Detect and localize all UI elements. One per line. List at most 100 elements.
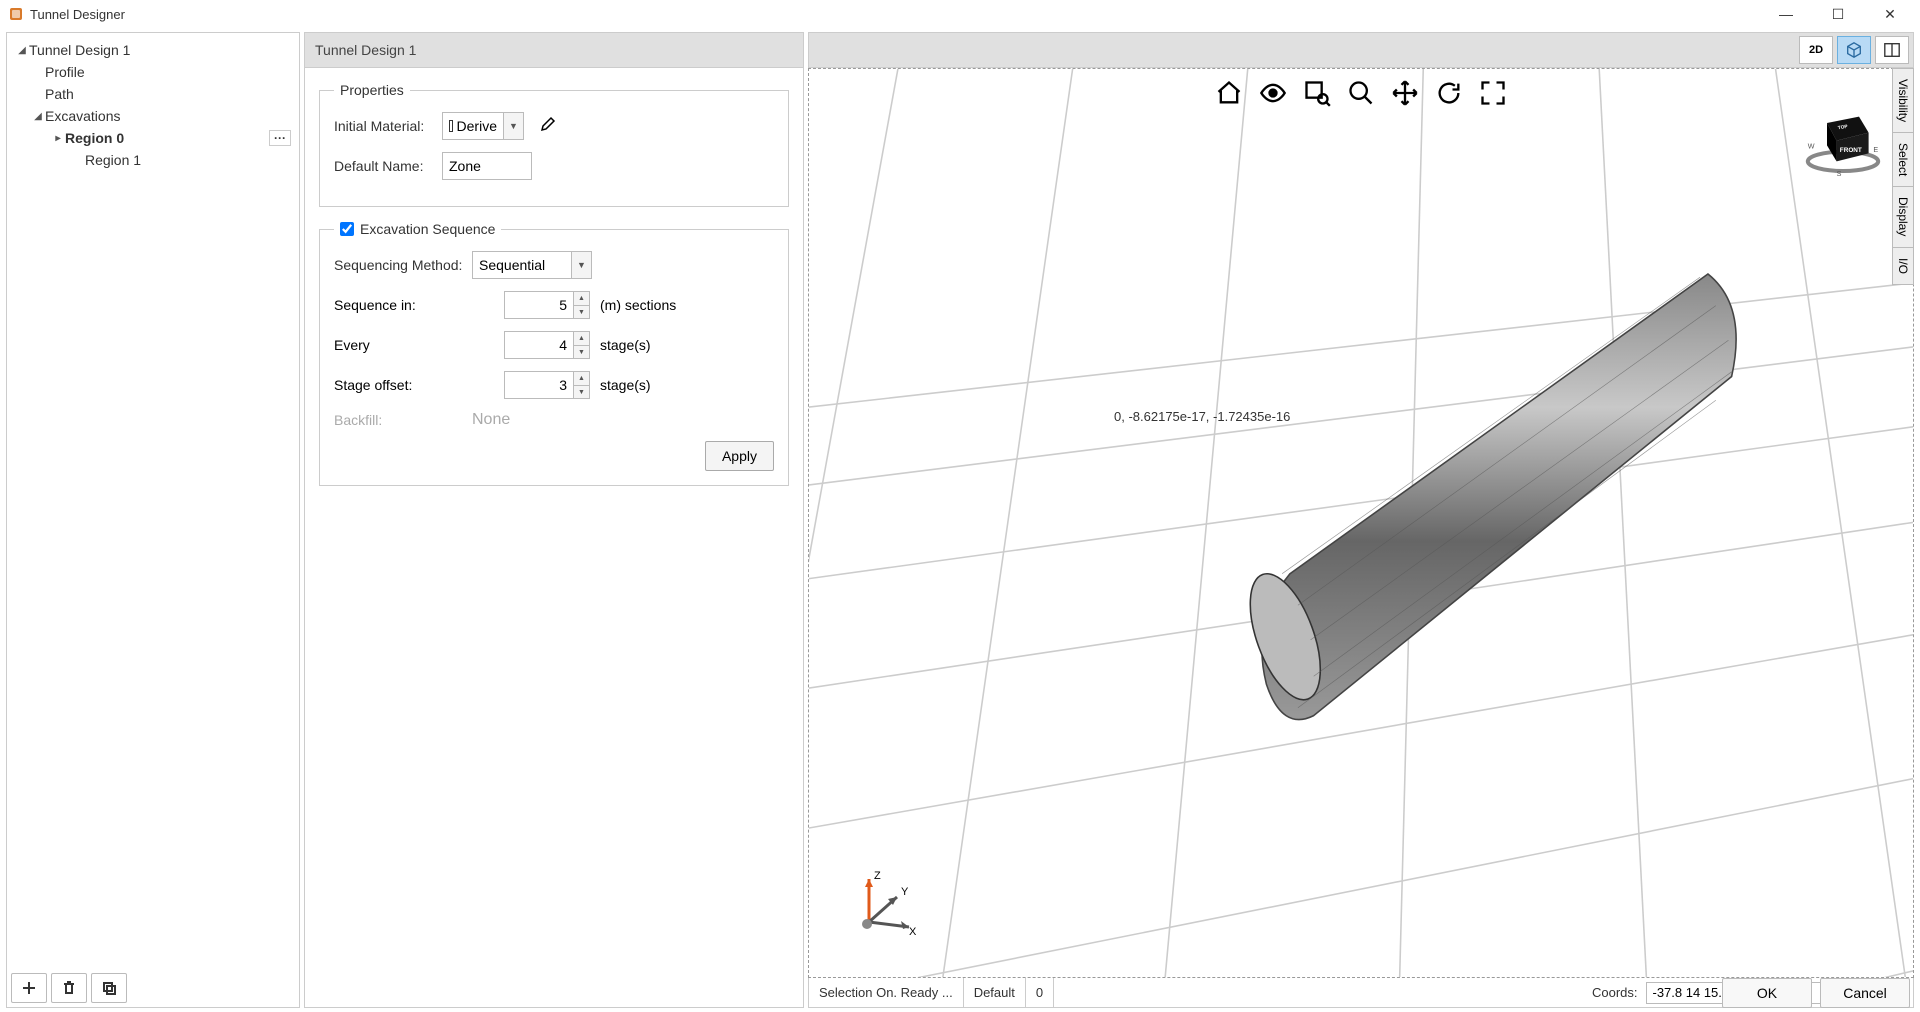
tree-item-label: Region 0: [65, 130, 124, 146]
zoom-icon[interactable]: [1343, 75, 1379, 111]
maximize-button[interactable]: ☐: [1824, 6, 1852, 23]
offset-label: Stage offset:: [334, 377, 504, 393]
window-controls: — ☐ ✕: [1772, 6, 1912, 23]
excavation-checkbox[interactable]: [340, 222, 354, 236]
tree-region-0[interactable]: ▸Region 0···: [11, 127, 295, 149]
design-tree: ◢Tunnel Design 1 ◢Profile ◢Path ◢Excavat…: [7, 33, 299, 969]
default-name-label: Default Name:: [334, 158, 434, 174]
scene: [809, 69, 1913, 978]
side-tab-visibility[interactable]: Visibility: [1892, 68, 1914, 133]
pan-icon[interactable]: [1387, 75, 1423, 111]
tree-profile[interactable]: ◢Profile: [11, 61, 295, 83]
excavation-fieldset: Excavation Sequence Sequencing Method: S…: [319, 221, 789, 486]
spin-up-icon[interactable]: ▲: [574, 331, 590, 345]
view-3d-button[interactable]: [1837, 36, 1871, 64]
dropdown-icon[interactable]: ▼: [572, 251, 592, 279]
initial-material-select[interactable]: Derive ▼: [442, 112, 524, 140]
origin-coord-label: 0, -8.62175e-17, -1.72435e-16: [1114, 409, 1290, 424]
svg-text:X: X: [909, 926, 917, 937]
tree-path[interactable]: ◢Path: [11, 83, 295, 105]
side-tab-select[interactable]: Select: [1892, 132, 1914, 187]
every-suffix: stage(s): [600, 337, 651, 353]
minimize-button[interactable]: —: [1772, 6, 1800, 23]
offset-spinner[interactable]: ▲▼: [504, 371, 590, 399]
tree-item-label: Profile: [45, 64, 85, 80]
apply-button[interactable]: Apply: [705, 441, 774, 471]
svg-text:Y: Y: [901, 886, 909, 898]
excavation-legend: Excavation Sequence: [334, 221, 501, 237]
spin-up-icon[interactable]: ▲: [574, 371, 590, 385]
tree-region-1[interactable]: ▸Region 1: [11, 149, 295, 171]
tree-panel: ◢Tunnel Design 1 ◢Profile ◢Path ◢Excavat…: [6, 32, 300, 1008]
sequence-in-input[interactable]: [504, 291, 574, 319]
window-title: Tunnel Designer: [30, 7, 1772, 22]
cancel-button[interactable]: Cancel: [1820, 978, 1910, 1008]
viewport-panel: 2D Visibility Select Display I/O: [808, 32, 1914, 1008]
spin-up-icon[interactable]: ▲: [574, 291, 590, 305]
delete-button[interactable]: [51, 973, 87, 1003]
method-label: Sequencing Method:: [334, 257, 464, 273]
status-mode: Default: [964, 978, 1026, 1007]
title-bar: Tunnel Designer — ☐ ✕: [0, 0, 1920, 28]
zoom-box-icon[interactable]: [1299, 75, 1335, 111]
tree-footer: [7, 969, 299, 1007]
axis-triad: Z Y X: [849, 867, 919, 937]
properties-header: Tunnel Design 1: [304, 32, 804, 68]
eye-icon[interactable]: [1255, 75, 1291, 111]
svg-text:Z: Z: [874, 870, 881, 882]
side-tabs: Visibility Select Display I/O: [1892, 68, 1914, 284]
duplicate-button[interactable]: [91, 973, 127, 1003]
coords-label: Coords:: [1592, 985, 1638, 1000]
rotate-icon[interactable]: [1431, 75, 1467, 111]
viewport-header: 2D: [808, 32, 1914, 68]
svg-text:E: E: [1873, 145, 1878, 154]
tree-excavations[interactable]: ◢Excavations: [11, 105, 295, 127]
app-icon: [8, 6, 24, 22]
every-input[interactable]: [504, 331, 574, 359]
home-icon[interactable]: [1211, 75, 1247, 111]
every-spinner[interactable]: ▲▼: [504, 331, 590, 359]
dialog-footer: OK Cancel: [1722, 978, 1910, 1008]
nav-tools: [1211, 75, 1511, 111]
tree-root-label: Tunnel Design 1: [29, 42, 130, 58]
every-label: Every: [334, 337, 504, 353]
sequence-in-spinner[interactable]: ▲▼: [504, 291, 590, 319]
status-selection: Selection On. Ready ...: [809, 978, 964, 1007]
properties-panel: Tunnel Design 1 Properties Initial Mater…: [304, 32, 804, 1008]
tree-item-label: Region 1: [85, 152, 141, 168]
view-cube[interactable]: W E S FRONT TOP: [1803, 99, 1883, 179]
add-button[interactable]: [11, 973, 47, 1003]
fullscreen-icon[interactable]: [1475, 75, 1511, 111]
backfill-value: None: [472, 411, 510, 429]
properties-legend: Properties: [334, 82, 410, 98]
svg-text:S: S: [1837, 169, 1842, 178]
dropdown-icon[interactable]: ▼: [504, 112, 524, 140]
tree-item-label: Path: [45, 86, 74, 102]
form-area: Properties Initial Material: Derive ▼ De…: [304, 68, 804, 1008]
method-select[interactable]: Sequential ▼: [472, 251, 592, 279]
initial-material-label: Initial Material:: [334, 118, 434, 134]
spin-down-icon[interactable]: ▼: [574, 345, 590, 359]
excavation-legend-text: Excavation Sequence: [360, 221, 495, 237]
offset-suffix: stage(s): [600, 377, 651, 393]
edit-material-icon[interactable]: [540, 116, 556, 137]
sequence-in-suffix: (m) sections: [600, 297, 676, 313]
tree-root[interactable]: ◢Tunnel Design 1: [11, 39, 295, 61]
side-tab-display[interactable]: Display: [1892, 186, 1914, 247]
offset-input[interactable]: [504, 371, 574, 399]
svg-text:W: W: [1808, 142, 1815, 151]
svg-text:FRONT: FRONT: [1840, 147, 1862, 154]
default-name-input[interactable]: [442, 152, 532, 180]
close-button[interactable]: ✕: [1876, 6, 1904, 23]
view-2d-button[interactable]: 2D: [1799, 36, 1833, 64]
spin-down-icon[interactable]: ▼: [574, 385, 590, 399]
view-split-button[interactable]: [1875, 36, 1909, 64]
ok-button[interactable]: OK: [1722, 978, 1812, 1008]
spin-down-icon[interactable]: ▼: [574, 305, 590, 319]
viewport-3d[interactable]: 0, -8.62175e-17, -1.72435e-16 Z Y X W E …: [808, 68, 1914, 978]
side-tab-io[interactable]: I/O: [1892, 247, 1914, 285]
method-value: Sequential: [479, 257, 545, 273]
tree-item-label: Excavations: [45, 108, 120, 124]
initial-material-value: Derive: [457, 118, 497, 134]
tree-item-more-button[interactable]: ···: [269, 130, 291, 146]
